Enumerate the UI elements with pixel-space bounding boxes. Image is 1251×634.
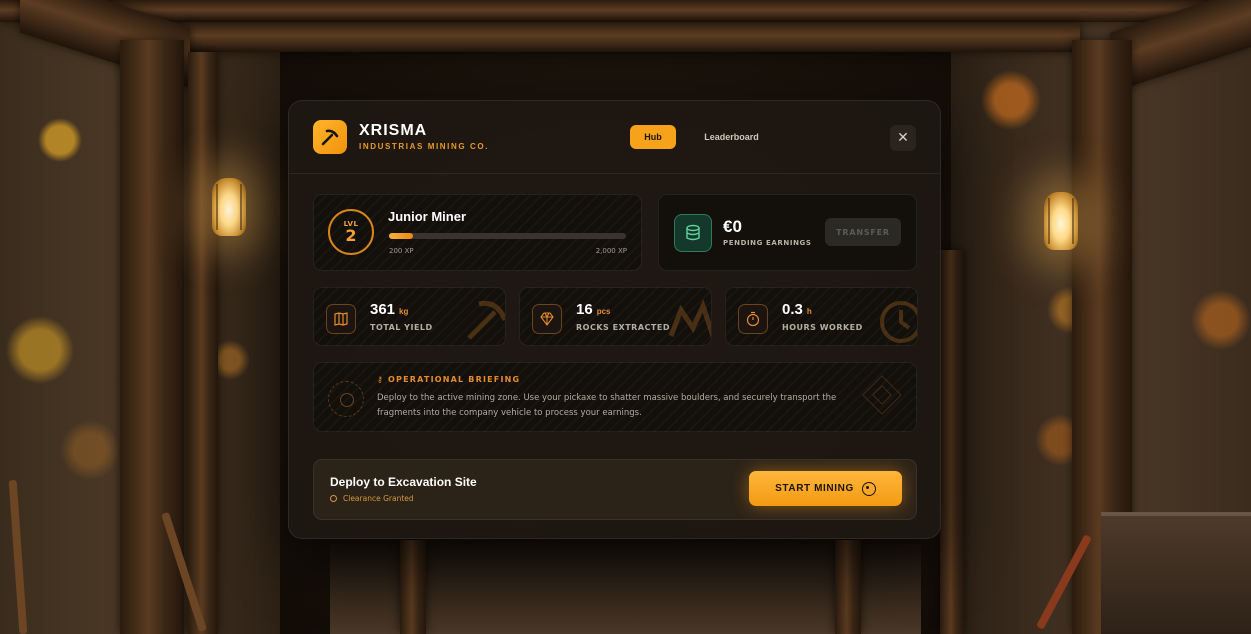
deploy-status: Clearance Granted <box>330 494 414 503</box>
briefing-card: ⚷ OPERATIONAL BRIEFING Deploy to the act… <box>313 362 917 432</box>
stat-rocks-unit: pcs <box>596 307 611 316</box>
gem-icon <box>532 304 562 334</box>
level-card: LVL 2 Junior Miner 200 XP 2,000 XP <box>313 194 642 271</box>
brand-subtitle: INDUSTRIAS MINING CO. <box>359 142 490 151</box>
xp-progress-bar <box>389 233 626 239</box>
stat-hours-value: 0.3 h <box>782 301 812 318</box>
mountain-watermark-icon <box>668 299 711 337</box>
briefing-title-text: OPERATIONAL BRIEFING <box>388 375 521 384</box>
stat-rocks-number: 16 <box>576 301 593 318</box>
level-value: 2 <box>345 226 357 245</box>
start-mining-button[interactable]: START MINING <box>749 471 902 506</box>
stat-hours-unit: h <box>806 307 812 316</box>
tab-leaderboard[interactable]: Leaderboard <box>689 125 774 149</box>
mining-hub-modal: XRISMA INDUSTRIAS MINING CO. Hub Leaderb… <box>288 100 941 539</box>
brand-name: XRISMA <box>359 122 428 139</box>
rank-title: Junior Miner <box>388 209 467 224</box>
pickaxe-watermark-icon <box>467 300 505 340</box>
stat-yield-label: TOTAL YIELD <box>370 323 433 332</box>
modal-header: XRISMA INDUSTRIAS MINING CO. Hub Leaderb… <box>289 101 940 174</box>
briefing-title: ⚷ OPERATIONAL BRIEFING <box>377 375 520 384</box>
earnings-label: PENDING EARNINGS <box>723 239 812 247</box>
close-icon: ✕ <box>897 130 909 146</box>
cross-beam <box>180 22 1080 52</box>
clock-watermark-icon <box>880 301 917 343</box>
stat-hours-number: 0.3 <box>782 301 803 318</box>
briefing-text: Deploy to the active mining zone. Use yo… <box>377 393 837 418</box>
transfer-button[interactable]: TRANSFER <box>825 218 901 246</box>
key-icon: ⚷ <box>377 375 389 384</box>
xp-current: 200 XP <box>389 247 414 255</box>
diamond-deco-icon <box>862 375 902 415</box>
close-button[interactable]: ✕ <box>890 125 916 151</box>
deploy-status-text: Clearance Granted <box>343 494 414 503</box>
stat-card-yield: 361 kg TOTAL YIELD <box>313 287 506 346</box>
deploy-title: Deploy to Excavation Site <box>330 475 477 489</box>
database-icon <box>674 214 712 252</box>
post-left-inner <box>188 52 218 634</box>
stat-rocks-label: ROCKS EXTRACTED <box>576 323 670 332</box>
post-right-inner <box>940 250 964 634</box>
mine-cart <box>1101 512 1251 634</box>
start-mining-label: START MINING <box>775 483 854 494</box>
lantern-left <box>212 178 246 236</box>
stat-yield-unit: kg <box>399 307 409 316</box>
earnings-card: €0 PENDING EARNINGS TRANSFER <box>658 194 917 271</box>
xp-progress-fill <box>389 233 413 239</box>
map-icon <box>326 304 356 334</box>
earnings-amount: €0 <box>723 217 742 236</box>
post-tunnel-left <box>400 540 426 634</box>
ceiling-beam <box>0 0 1251 22</box>
tab-hub[interactable]: Hub <box>630 125 676 149</box>
stopwatch-icon <box>738 304 768 334</box>
level-badge: LVL 2 <box>328 209 374 255</box>
stat-rocks-value: 16 pcs <box>576 301 610 318</box>
radar-icon <box>328 381 364 417</box>
stat-card-hours: 0.3 h HOURS WORKED <box>725 287 918 346</box>
stat-hours-label: HOURS WORKED <box>782 323 863 332</box>
stat-yield-number: 361 <box>370 301 396 318</box>
stat-yield-value: 361 kg <box>370 301 408 318</box>
pickaxe-logo-icon <box>313 120 347 154</box>
lantern-right <box>1044 192 1078 250</box>
xp-target: 2,000 XP <box>595 247 627 255</box>
target-icon <box>861 481 876 496</box>
status-dot-icon <box>330 495 337 502</box>
stat-card-rocks: 16 pcs ROCKS EXTRACTED <box>519 287 712 346</box>
brand: XRISMA INDUSTRIAS MINING CO. <box>359 122 489 151</box>
deploy-card: Deploy to Excavation Site Clearance Gran… <box>313 459 917 520</box>
post-tunnel-right <box>835 540 861 634</box>
